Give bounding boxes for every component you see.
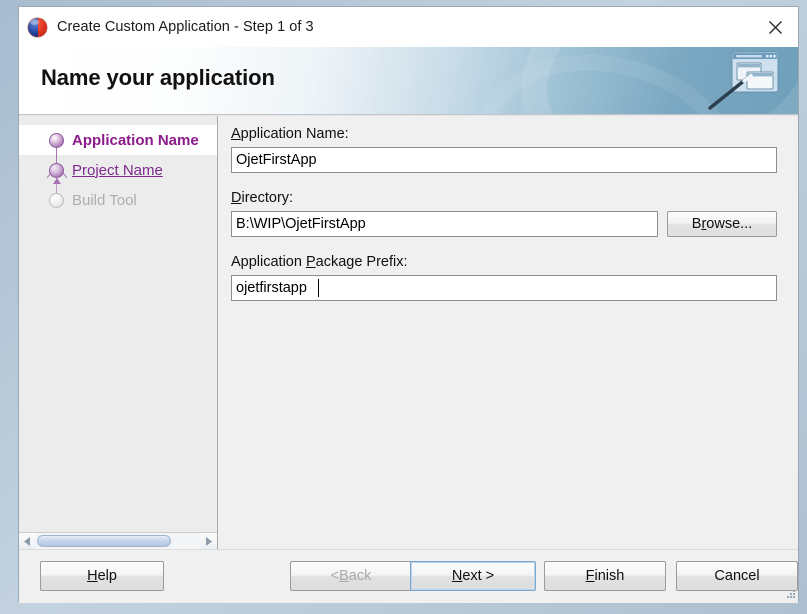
browse-text-after: owse... bbox=[706, 216, 753, 232]
chevron-left-icon[interactable] bbox=[19, 533, 36, 549]
finish-mnemonic: F bbox=[585, 568, 595, 584]
label-mnemonic: A bbox=[231, 126, 241, 142]
label-mnemonic: D bbox=[231, 190, 242, 206]
label-mnemonic: P bbox=[305, 254, 316, 270]
sidebar-horizontal-scrollbar[interactable] bbox=[19, 532, 217, 549]
help-text-after: elp bbox=[97, 568, 117, 584]
step-marker-active-icon bbox=[49, 132, 64, 148]
sidebar-step-label: Project Name bbox=[72, 161, 163, 179]
label-text-after: irectory: bbox=[241, 190, 294, 206]
step-marker-inactive-icon bbox=[49, 192, 64, 208]
dialog-footer: Help < Back Next > Finish Cancel bbox=[19, 549, 798, 603]
directory-field-group: Directory: Browse... bbox=[231, 190, 777, 237]
label-text-after: ackage Prefix: bbox=[315, 254, 408, 270]
help-mnemonic: H bbox=[87, 568, 98, 584]
application-name-field-group: Application Name: bbox=[231, 126, 777, 173]
next-text-after: ext > bbox=[462, 568, 495, 584]
next-mnemonic: N bbox=[451, 568, 463, 584]
step-arrow-icon bbox=[53, 178, 61, 184]
scrollbar-track[interactable] bbox=[36, 533, 200, 549]
wizard-step-list: Application Name Project Name Build Tool bbox=[19, 116, 217, 532]
banner-binary-line-1: 010101010101010101010101 bbox=[477, 112, 646, 114]
scrollbar-thumb[interactable] bbox=[37, 535, 172, 547]
application-name-input[interactable] bbox=[231, 147, 777, 173]
browse-button[interactable]: Browse... bbox=[667, 211, 777, 237]
directory-input[interactable] bbox=[231, 211, 658, 237]
help-button[interactable]: Help bbox=[40, 561, 164, 591]
browse-text-before: B bbox=[691, 216, 702, 232]
wizard-dialog: Create Custom Application - Step 1 of 3 … bbox=[18, 6, 799, 603]
wizard-wand-windows-icon bbox=[706, 50, 780, 112]
close-icon[interactable] bbox=[752, 7, 798, 47]
oracle-jdeveloper-icon bbox=[28, 17, 47, 37]
wizard-banner: 010101010101010101010101 0101010101010 N… bbox=[19, 47, 798, 115]
cancel-button[interactable]: Cancel bbox=[676, 561, 798, 591]
label-text-before: Application bbox=[231, 254, 306, 270]
next-button[interactable]: Next > bbox=[410, 561, 536, 591]
finish-button[interactable]: Finish bbox=[544, 561, 666, 591]
finish-text-after: inish bbox=[594, 568, 625, 584]
dialog-body: Application Name Project Name Build Tool bbox=[19, 115, 798, 549]
wizard-steps-sidebar: Application Name Project Name Build Tool bbox=[19, 116, 218, 549]
page-title: Name your application bbox=[41, 65, 275, 90]
step-marker-node-icon bbox=[49, 162, 64, 178]
sidebar-step-label: Application Name bbox=[72, 131, 199, 149]
text-cursor bbox=[318, 279, 319, 297]
package-prefix-input[interactable] bbox=[231, 275, 777, 301]
label-text-after: pplication Name: bbox=[240, 126, 349, 142]
back-text-after: ack bbox=[348, 568, 372, 584]
wizard-main-pane: Application Name: Directory: Browse... A… bbox=[218, 116, 798, 549]
sidebar-step-application-name[interactable]: Application Name bbox=[19, 125, 217, 155]
resize-grip[interactable] bbox=[783, 588, 796, 601]
cancel-text: Cancel bbox=[714, 568, 760, 584]
sidebar-step-project-name[interactable]: Project Name bbox=[19, 155, 217, 185]
directory-label: Directory: bbox=[231, 190, 777, 206]
application-name-label: Application Name: bbox=[231, 126, 777, 142]
back-button: < Back bbox=[290, 561, 412, 591]
sidebar-step-build-tool: Build Tool bbox=[19, 185, 217, 215]
package-prefix-field-group: Application Package Prefix: bbox=[231, 254, 777, 301]
back-mnemonic: B bbox=[339, 568, 349, 584]
chevron-right-icon[interactable] bbox=[200, 533, 217, 549]
back-text-before: < bbox=[330, 568, 340, 584]
package-prefix-label: Application Package Prefix: bbox=[231, 254, 777, 270]
title-bar: Create Custom Application - Step 1 of 3 bbox=[19, 7, 798, 47]
banner-binary-line-2: 0101010101010 bbox=[515, 114, 777, 115]
sidebar-step-label: Build Tool bbox=[72, 191, 137, 209]
window-title: Create Custom Application - Step 1 of 3 bbox=[57, 19, 314, 35]
